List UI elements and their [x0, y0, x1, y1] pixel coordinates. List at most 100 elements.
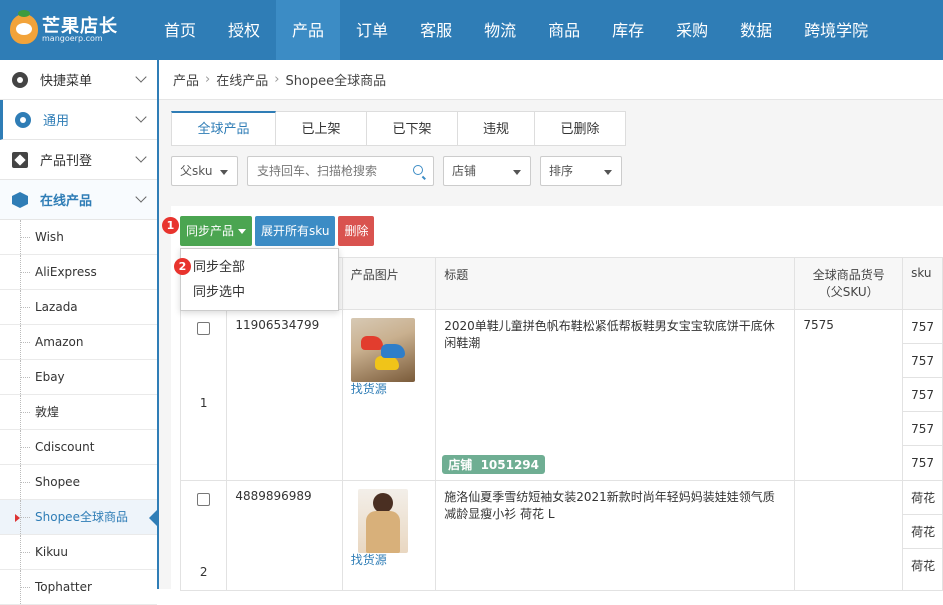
store-badge: 店铺 1051294 — [442, 455, 546, 474]
search-box — [247, 156, 434, 186]
tab-listed[interactable]: 已上架 — [276, 111, 367, 146]
parent-sku — [794, 480, 904, 591]
sidebar-group-online-products[interactable]: 在线产品 — [0, 180, 157, 220]
product-image[interactable] — [350, 318, 415, 382]
sidebar-item-shopee[interactable]: Shopee — [0, 465, 157, 500]
action-bar: 同步产品 展开所有sku 删除 — [180, 216, 377, 246]
sku-cell: 荷花 — [903, 481, 942, 515]
sidebar-item-label: Shopee全球商品 — [35, 510, 128, 524]
step-badge-1: 1 — [162, 217, 179, 234]
gear-icon — [15, 112, 31, 128]
nav-orders[interactable]: 订单 — [340, 0, 404, 60]
tab-deleted[interactable]: 已删除 — [535, 111, 626, 146]
nav-logistics[interactable]: 物流 — [468, 0, 532, 60]
active-indicator-icon — [15, 514, 20, 522]
sku-cell: 757 — [903, 412, 942, 446]
sidebar-item-aliexpress[interactable]: AliExpress — [0, 255, 157, 290]
sync-products-button[interactable]: 同步产品 — [180, 216, 253, 246]
sku-cell: 757 — [903, 378, 942, 412]
store-select[interactable]: 店铺 — [443, 156, 531, 186]
row-index: 2 — [199, 565, 208, 579]
logo-subtitle: mangoerp.com — [42, 34, 103, 43]
nav-goods[interactable]: 商品 — [532, 0, 596, 60]
search-input[interactable] — [248, 157, 408, 185]
breadcrumb-separator-icon: › — [205, 72, 211, 87]
sidebar-item-dhgate[interactable]: 敦煌 — [0, 395, 157, 430]
sidebar-item-cdiscount[interactable]: Cdiscount — [0, 430, 157, 465]
chevron-down-icon — [135, 111, 147, 123]
breadcrumb-item[interactable]: 产品 — [173, 70, 199, 89]
parent-sku-select[interactable]: 父sku — [171, 156, 238, 186]
sku-cell: 荷花 — [903, 515, 942, 549]
breadcrumb-item-current: Shopee全球商品 — [285, 74, 387, 89]
store-id: 1051294 — [480, 458, 540, 472]
sidebar-group-label: 在线产品 — [40, 194, 93, 209]
sidebar-item-tophatter[interactable]: Tophatter — [0, 570, 157, 605]
col-header-parent-sku: 全球商品货号 （父SKU） — [794, 257, 904, 310]
sort-select[interactable]: 排序 — [540, 156, 622, 186]
product-title: 2020单鞋儿童拼色帆布鞋松紧低帮板鞋男女宝宝软底饼干底休闲鞋潮 — [444, 319, 775, 350]
sync-dropdown-menu: 同步全部 同步选中 — [180, 248, 339, 311]
caret-down-icon — [220, 170, 228, 175]
sidebar-item-amazon[interactable]: Amazon — [0, 325, 157, 360]
breadcrumb-item[interactable]: 在线产品 — [216, 70, 268, 89]
tab-violation[interactable]: 违规 — [458, 111, 535, 146]
parent-sku: 7575 — [794, 309, 904, 481]
row-index: 1 — [199, 396, 208, 410]
breadcrumb: 产品 › 在线产品 › Shopee全球商品 — [159, 60, 943, 100]
nav-academy[interactable]: 跨境学院 — [788, 0, 884, 60]
find-source-link[interactable]: 找货源 — [351, 551, 427, 568]
nav-service[interactable]: 客服 — [404, 0, 468, 60]
step-badge-2: 2 — [174, 258, 191, 275]
sku-cell: 荷花 — [911, 559, 936, 573]
sidebar-group-label: 通用 — [43, 114, 70, 129]
nav-purchase[interactable]: 采购 — [660, 0, 724, 60]
sync-selected-option[interactable]: 同步选中 — [181, 280, 338, 305]
sidebar-group-label: 产品刊登 — [40, 154, 93, 169]
nav-home[interactable]: 首页 — [148, 0, 212, 60]
row-checkbox[interactable] — [197, 322, 211, 335]
box-icon — [12, 192, 28, 208]
col-header-image: 产品图片 — [341, 257, 437, 310]
chevron-down-icon — [135, 191, 147, 203]
breadcrumb-separator-icon: › — [274, 72, 280, 87]
sidebar-group-label: 快捷菜单 — [40, 74, 93, 89]
sidebar-item-kikuu[interactable]: Kikuu — [0, 535, 157, 570]
sidebar: 快捷菜单 通用 产品刊登 在线产品 Wish AliExpress Lazada… — [0, 60, 159, 605]
nav-auth[interactable]: 授权 — [212, 0, 276, 60]
search-icon[interactable] — [413, 165, 423, 175]
current-arrow-icon — [149, 508, 159, 528]
nav-inventory[interactable]: 库存 — [596, 0, 660, 60]
nav-product[interactable]: 产品 — [276, 0, 341, 60]
product-panel: 同步产品 展开所有sku 删除 1 同步全部 同步选中 2 产品图片 标题 全球… — [162, 206, 943, 591]
main-content: 产品 › 在线产品 › Shopee全球商品 全球产品 已上架 已下架 违规 已… — [159, 60, 943, 591]
mango-logo-icon — [10, 10, 38, 44]
product-image[interactable] — [357, 489, 408, 553]
sidebar-item-wish[interactable]: Wish — [0, 220, 157, 255]
logo[interactable]: 芒果店长 mangoerp.com — [8, 10, 158, 50]
tab-delisted[interactable]: 已下架 — [367, 111, 458, 146]
top-navbar: 芒果店长 mangoerp.com 首页 授权 产品 订单 客服 物流 商品 库… — [0, 0, 943, 60]
find-source-link[interactable]: 找货源 — [351, 380, 427, 397]
status-tabs: 全球产品 已上架 已下架 违规 已删除 — [171, 111, 626, 146]
sidebar-item-lazada[interactable]: Lazada — [0, 290, 157, 325]
delete-button[interactable]: 删除 — [338, 216, 375, 246]
sidebar-group-general[interactable]: 通用 — [0, 100, 157, 140]
product-title: 施洛仙夏季雪纺短袖女装2021新款时尚年轻妈妈装娃娃领气质减龄显瘦小衫 荷花 L — [444, 490, 775, 521]
select-value: 排序 — [549, 164, 574, 178]
sidebar-group-listing[interactable]: 产品刊登 — [0, 140, 157, 180]
edit-icon — [12, 152, 28, 168]
nav-data[interactable]: 数据 — [724, 0, 788, 60]
sidebar-item-ebay[interactable]: Ebay — [0, 360, 157, 395]
caret-down-icon — [604, 170, 612, 175]
select-value: 父sku — [180, 164, 213, 178]
tab-global-products[interactable]: 全球产品 — [171, 111, 276, 146]
product-id: 11906534799 — [226, 309, 343, 481]
expand-all-sku-button[interactable]: 展开所有sku — [255, 216, 336, 246]
sync-all-option[interactable]: 同步全部 — [181, 255, 338, 280]
sidebar-group-shortcuts[interactable]: 快捷菜单 — [0, 60, 157, 100]
row-checkbox[interactable] — [197, 493, 211, 506]
col-header-sku: sku — [902, 257, 943, 310]
button-label: 同步产品 — [186, 224, 235, 238]
sidebar-item-shopee-global[interactable]: Shopee全球商品 — [0, 500, 159, 535]
